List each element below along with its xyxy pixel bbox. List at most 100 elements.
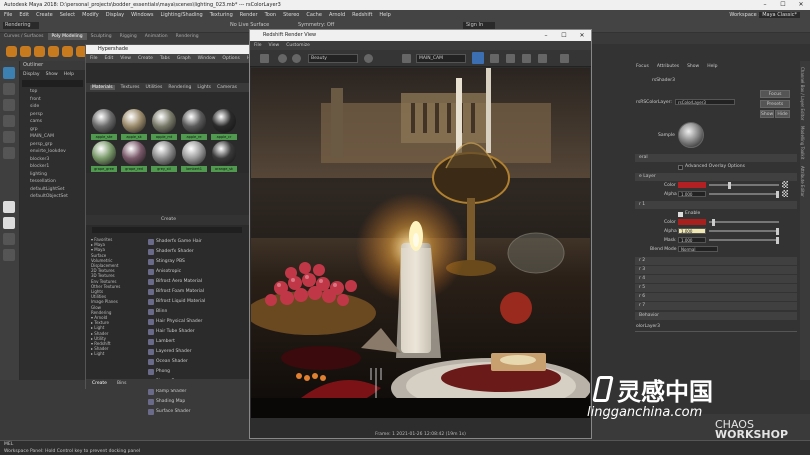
- symmetry-label[interactable]: Symmetry: Off: [298, 22, 334, 29]
- shader-item[interactable]: Phong: [146, 367, 250, 377]
- sign-in-button[interactable]: Sign In: [463, 22, 496, 29]
- shelf-tab-animation[interactable]: Animation: [141, 33, 172, 40]
- outliner-item[interactable]: front: [20, 96, 85, 104]
- poly-cone-icon[interactable]: [48, 46, 59, 57]
- material-swatch-label[interactable]: orange_sk: [211, 166, 237, 172]
- lasso-tool-icon[interactable]: [3, 83, 15, 95]
- node-tab[interactable]: rsShader3: [652, 78, 675, 83]
- outliner-menu-display[interactable]: Display: [23, 70, 40, 79]
- zoom-icon[interactable]: [522, 54, 531, 63]
- menu-texturing[interactable]: Texturing: [210, 12, 233, 18]
- shader-item[interactable]: Bifrost Aero Material: [146, 277, 250, 287]
- material-swatch-label[interactable]: grey_stl: [151, 166, 177, 172]
- layer-color-slider[interactable]: [709, 221, 779, 223]
- outliner-item[interactable]: defaultLightSet: [20, 186, 85, 194]
- shader-item[interactable]: Hair Tube Shader: [146, 327, 250, 337]
- poly-cylinder-icon[interactable]: [34, 46, 45, 57]
- single-perspective-icon[interactable]: [3, 201, 15, 213]
- ae-tab-help[interactable]: Help: [707, 64, 717, 69]
- tab-materials[interactable]: Materials: [90, 85, 115, 90]
- outliner-menu-show[interactable]: Show: [46, 70, 58, 79]
- shader-item[interactable]: Layered Shader: [146, 347, 250, 357]
- tab-textures[interactable]: Textures: [121, 85, 140, 90]
- exposure-icon[interactable]: [538, 54, 547, 63]
- section-layer[interactable]: r 7: [635, 302, 797, 310]
- lock-region-icon[interactable]: [472, 52, 484, 64]
- section-general[interactable]: eral: [635, 154, 797, 162]
- map-button-icon[interactable]: [782, 181, 788, 188]
- shelf-tab-rendering[interactable]: Rendering: [172, 33, 203, 40]
- outliner-item[interactable]: blocker1: [20, 163, 85, 171]
- material-swatch[interactable]: [122, 109, 146, 133]
- section-layer[interactable]: r 4: [635, 275, 797, 283]
- outliner-item[interactable]: tessellation: [20, 178, 85, 186]
- material-swatch[interactable]: [212, 141, 236, 165]
- layer-color-slider-handle[interactable]: [712, 219, 715, 226]
- four-view-icon[interactable]: [3, 217, 15, 229]
- outliner-item[interactable]: persp: [20, 111, 85, 119]
- rotate-tool-icon[interactable]: [3, 131, 15, 143]
- base-color-swatch[interactable]: [678, 182, 706, 188]
- save-icon[interactable]: [260, 54, 269, 63]
- menu-lighting-shading[interactable]: Lighting/Shading: [160, 12, 202, 18]
- ae-tab-attributes[interactable]: Attributes: [657, 64, 679, 69]
- menu-stereo[interactable]: Stereo: [283, 12, 299, 18]
- mel-command-label[interactable]: MEL: [4, 441, 810, 448]
- material-swatch[interactable]: [92, 109, 116, 133]
- mode-dropdown[interactable]: Rendering: [3, 22, 39, 29]
- material-swatch[interactable]: [152, 109, 176, 133]
- render-start-icon[interactable]: [278, 54, 287, 63]
- section-layer[interactable]: r 2: [635, 257, 797, 265]
- maximize-button[interactable]: ☐: [774, 0, 792, 10]
- outliner-item[interactable]: lighting: [20, 171, 85, 179]
- node-name-field[interactable]: rsColorLayer3: [675, 99, 735, 105]
- hs-menu-create[interactable]: Create: [138, 56, 153, 61]
- shelf-tab-rigging[interactable]: Rigging: [116, 33, 141, 40]
- hs-menu-graph[interactable]: Graph: [177, 56, 191, 61]
- layer-alpha-slider[interactable]: [709, 230, 779, 232]
- ae-tab-show[interactable]: Show: [687, 64, 699, 69]
- tab-bins[interactable]: Bins: [117, 379, 127, 389]
- menu-toon[interactable]: Toon: [265, 12, 277, 18]
- shader-item[interactable]: Bifrost Liquid Material: [146, 297, 250, 307]
- material-swatch[interactable]: [182, 109, 206, 133]
- create-search-input[interactable]: [92, 227, 242, 233]
- presets-button[interactable]: Presets: [760, 100, 790, 108]
- rv-menu-view[interactable]: View: [269, 43, 280, 48]
- shader-item[interactable]: Shaderfx Game Hair: [146, 237, 250, 247]
- hs-menu-file[interactable]: File: [90, 56, 98, 61]
- rv-maximize-button[interactable]: ☐: [555, 30, 573, 41]
- enable-checkbox[interactable]: [678, 212, 683, 217]
- layer-color-swatch[interactable]: [678, 219, 706, 225]
- ae-tab-focus[interactable]: Focus: [636, 64, 649, 69]
- snapshot-icon[interactable]: [490, 54, 499, 63]
- outliner-item[interactable]: side: [20, 103, 85, 111]
- advanced-overlay-checkbox[interactable]: [678, 165, 683, 170]
- hide-button[interactable]: Hide: [775, 110, 790, 118]
- category-item[interactable]: ▸ Light: [91, 351, 146, 356]
- outliner-item[interactable]: defaultObjectSet: [20, 193, 85, 201]
- modelling-toolkit-tab[interactable]: Modelling Toolkit: [800, 126, 805, 159]
- base-alpha-slider-handle[interactable]: [776, 191, 779, 198]
- poly-cube-icon[interactable]: [20, 46, 31, 57]
- menu-select[interactable]: Select: [60, 12, 75, 18]
- section-layer[interactable]: r 3: [635, 266, 797, 274]
- hs-menu-window[interactable]: Window: [198, 56, 216, 61]
- shader-item[interactable]: Surface Shader: [146, 407, 250, 417]
- outliner-layout-icon[interactable]: [3, 249, 15, 261]
- shader-item[interactable]: Anisotropic: [146, 267, 250, 277]
- material-swatch-label[interactable]: grape_red: [121, 166, 147, 172]
- material-swatch[interactable]: [92, 141, 116, 165]
- shader-item[interactable]: Shading Map: [146, 397, 250, 407]
- tab-utilities[interactable]: Utilities: [145, 85, 162, 90]
- ipr-icon[interactable]: [364, 54, 373, 63]
- shader-item[interactable]: Hair Physical Shader: [146, 317, 250, 327]
- select-tool-icon[interactable]: [3, 67, 15, 79]
- outliner-item[interactable]: persp_grp: [20, 141, 85, 149]
- base-color-slider[interactable]: [709, 184, 779, 186]
- outliner-item[interactable]: envirte_lookdev: [20, 148, 85, 156]
- attribute-editor-tab[interactable]: Attribute Editor: [800, 166, 805, 197]
- aov-dropdown[interactable]: Beauty: [308, 54, 358, 63]
- material-swatch-label[interactable]: apple_ste: [91, 134, 117, 140]
- menu-windows[interactable]: Windows: [131, 12, 153, 18]
